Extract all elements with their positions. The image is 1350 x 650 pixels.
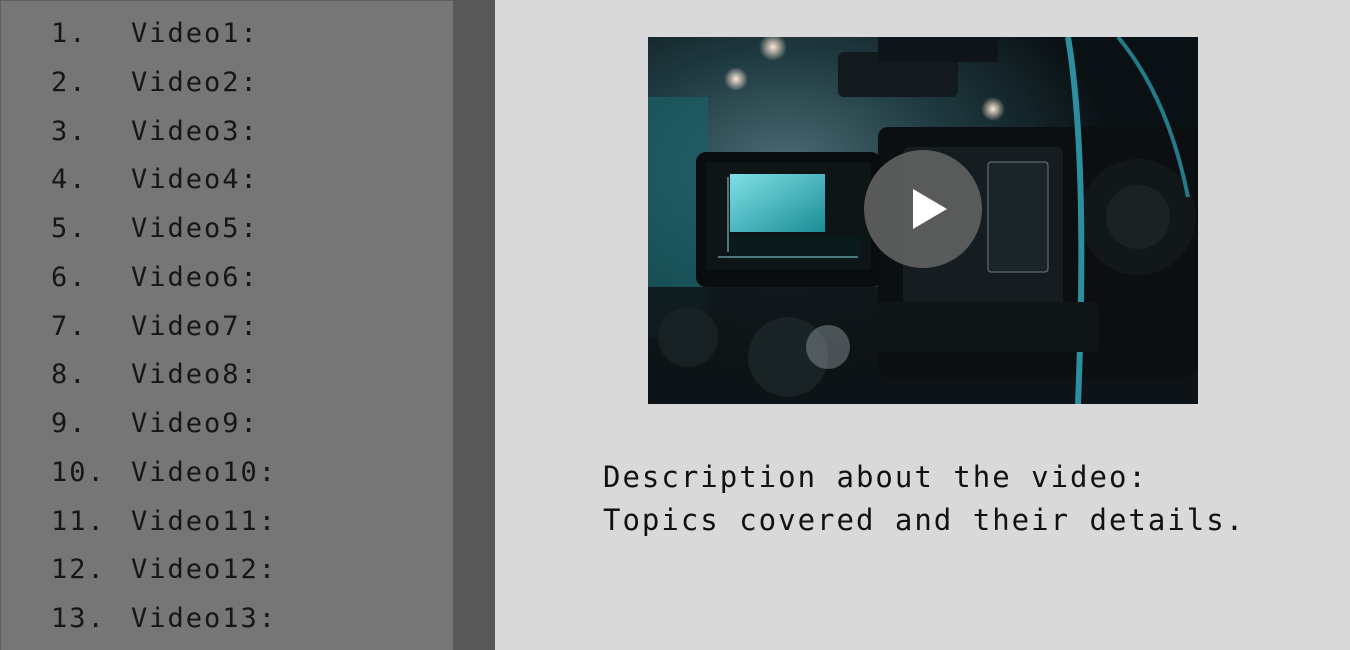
item-label: Video5: (131, 213, 259, 244)
video-list-item[interactable]: 10. Video10: (51, 452, 277, 501)
video-list-item[interactable]: 13. Video13: (51, 598, 277, 647)
video-list-item[interactable]: 9. Video9: (51, 403, 277, 452)
sidebar-scrollbar[interactable] (453, 0, 495, 650)
description-line: Topics covered and their details. (603, 503, 1246, 537)
item-label: Video3: (131, 115, 259, 147)
video-list-item[interactable]: 5. Video5: (51, 208, 277, 257)
item-number: 9. (51, 408, 88, 439)
video-list-item[interactable]: 6. Video6: (51, 257, 277, 306)
video-list-item[interactable]: 4. Video4: (51, 159, 277, 208)
item-label: Video4: (131, 164, 259, 196)
item-label: Video2: (131, 66, 259, 98)
item-label: Video8: (131, 359, 259, 391)
video-description: Description about the video: Topics cove… (603, 456, 1343, 542)
page: 1. Video1: 2. Video2: 3. Video3: 4. Video4: … (0, 0, 1350, 650)
item-number: 1. (51, 18, 88, 49)
video-player[interactable] (648, 37, 1198, 404)
item-label: Video13: (131, 603, 278, 634)
video-list-item[interactable]: 3. Video3: (51, 111, 277, 160)
item-number: 13. (51, 603, 106, 634)
description-line: Description about the video: (603, 460, 1148, 494)
item-label: Video9: (131, 408, 259, 439)
item-number: 2. (51, 66, 88, 98)
video-list-item[interactable]: 8. Video8: (51, 354, 277, 403)
item-number: 3. (51, 115, 88, 147)
item-number: 10. (51, 456, 106, 488)
video-list-item[interactable]: 1. Video1: (51, 13, 277, 62)
item-number: 7. (51, 310, 88, 342)
item-label: Video12: (131, 554, 278, 586)
item-number: 4. (51, 164, 88, 196)
video-list-item[interactable]: 12. Video12: (51, 549, 277, 598)
video-list: 1. Video1: 2. Video2: 3. Video3: 4. Video4: … (51, 13, 277, 647)
video-list-item[interactable]: 7. Video7: (51, 306, 277, 355)
item-label: Video10: (131, 456, 278, 488)
item-number: 11. (51, 505, 106, 537)
main-content: Description about the video: Topics cove… (495, 0, 1350, 650)
item-number: 5. (51, 213, 88, 244)
video-list-item[interactable]: 2. Video2: (51, 62, 277, 111)
item-number: 6. (51, 261, 88, 293)
item-number: 8. (51, 359, 88, 391)
play-button[interactable] (864, 150, 982, 268)
item-number: 12. (51, 554, 106, 586)
video-list-item[interactable]: 11. Video11: (51, 501, 277, 550)
item-label: Video6: (131, 261, 259, 293)
item-label: Video7: (131, 310, 259, 342)
item-label: Video11: (131, 505, 278, 537)
play-icon (913, 189, 947, 229)
video-list-sidebar: 1. Video1: 2. Video2: 3. Video3: 4. Video4: … (0, 0, 453, 650)
item-label: Video1: (131, 18, 259, 49)
